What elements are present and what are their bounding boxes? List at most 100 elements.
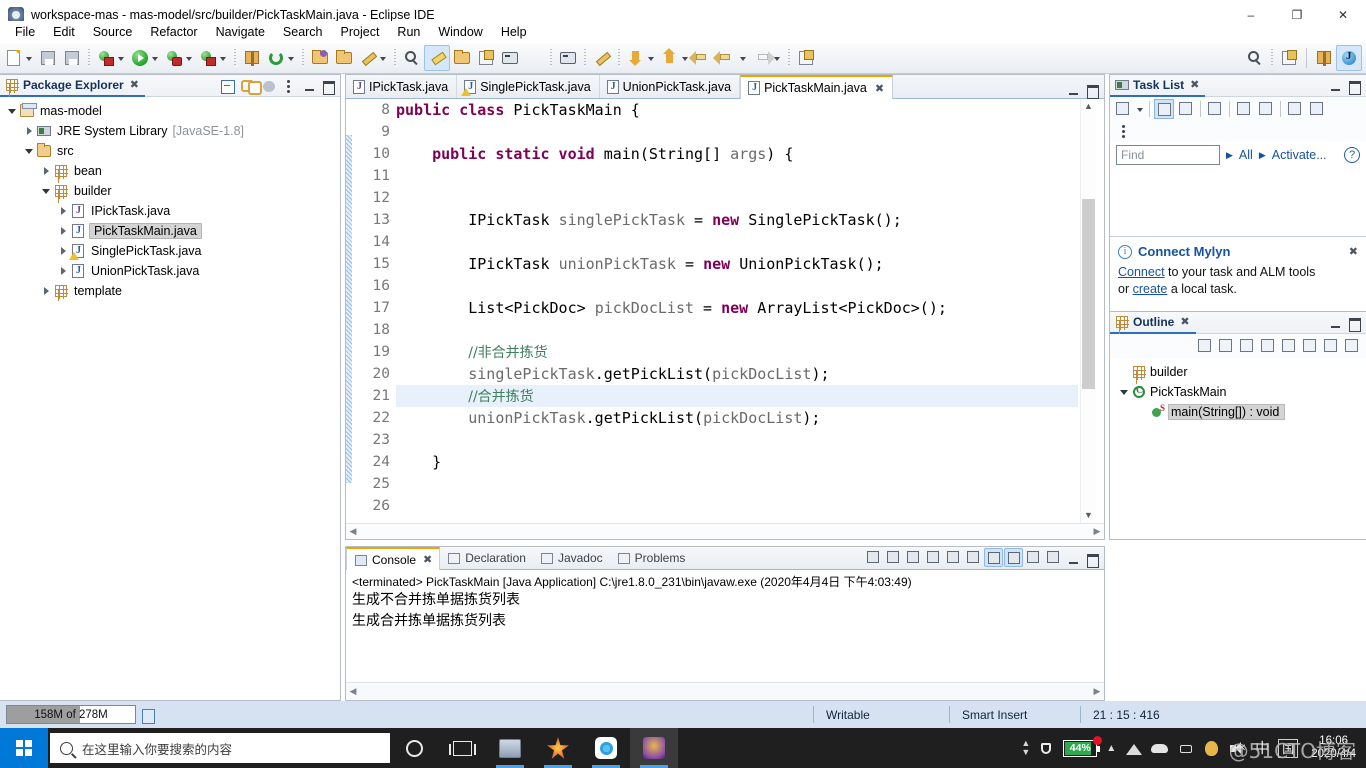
focus-on-active-task-icon[interactable]	[260, 77, 278, 95]
menu-item-help[interactable]: Help	[492, 23, 536, 41]
chevron-down-icon[interactable]	[646, 48, 656, 68]
code-line[interactable]	[396, 187, 1078, 209]
code-line[interactable]: //非合并拣货	[396, 341, 1078, 363]
chevron-down-icon[interactable]	[738, 48, 748, 68]
twisty-open-icon[interactable]	[23, 141, 36, 161]
new-icon[interactable]	[2, 45, 36, 71]
pin-console-icon[interactable]	[984, 548, 1003, 567]
close-icon[interactable]: ✖	[130, 78, 139, 91]
code-line[interactable]	[396, 231, 1078, 253]
twisty-open-icon[interactable]	[40, 181, 53, 201]
battery-indicator[interactable]: 44%	[1063, 735, 1103, 757]
menu-item-file[interactable]: File	[6, 23, 44, 41]
outline-item-main-method[interactable]: Smain(String[]) : void	[1110, 402, 1366, 422]
categorized-presentation-icon[interactable]	[1154, 99, 1174, 119]
maximize-icon[interactable]	[1346, 315, 1362, 332]
twisty-closed-icon[interactable]	[40, 161, 53, 181]
scroll-up-icon[interactable]: ▲	[1082, 99, 1095, 114]
code-line[interactable]	[396, 473, 1078, 495]
open-type-icon[interactable]	[308, 45, 332, 71]
console-output[interactable]: <terminated> PickTaskMain [Java Applicat…	[346, 570, 1104, 682]
wifi-icon[interactable]	[1125, 740, 1143, 757]
restore-icon[interactable]	[1307, 99, 1327, 119]
tree-item-mas-model[interactable]: mas-model	[0, 101, 340, 121]
tab-task-list[interactable]: Task List ✖	[1110, 75, 1206, 97]
code-line[interactable]: singlePickTask.getPickList(pickDocList);	[396, 363, 1078, 385]
code-line[interactable]	[396, 275, 1078, 297]
sort-icon[interactable]	[1238, 337, 1256, 355]
code-line[interactable]	[396, 121, 1078, 143]
chevron-down-icon[interactable]	[150, 48, 160, 68]
source-code-area[interactable]: public class PickTaskMain { public stati…	[396, 99, 1078, 523]
view-menu-icon[interactable]	[1343, 337, 1361, 355]
maximize-icon[interactable]	[1346, 78, 1362, 95]
outline-item-builder[interactable]: builder	[1110, 362, 1366, 382]
chevron-up-icon[interactable]: ▲	[1106, 743, 1116, 754]
code-line[interactable]	[396, 429, 1078, 451]
chevron-down-icon[interactable]	[184, 48, 194, 68]
new-java-class-icon[interactable]	[474, 45, 498, 71]
twisty-closed-icon[interactable]	[40, 281, 53, 301]
new-package-icon[interactable]	[240, 45, 264, 71]
perspective-java-ee-icon[interactable]	[1312, 45, 1336, 71]
chevron-right-icon[interactable]: ▶	[1226, 150, 1233, 161]
trash-icon[interactable]	[139, 706, 156, 724]
show-console-on-output-icon[interactable]	[964, 548, 983, 567]
scroll-thumb[interactable]	[1082, 199, 1095, 389]
minimize-icon[interactable]	[1066, 551, 1082, 567]
menu-item-navigate[interactable]: Navigate	[207, 23, 274, 41]
code-line[interactable]: unionPickTask.getPickList(pickDocList);	[396, 407, 1078, 429]
editor-tab-singlepicktask[interactable]: SinglePickTask.java	[457, 75, 600, 98]
show-hidden-icons-button[interactable]: ▲ ▼	[1021, 739, 1030, 757]
maximize-icon[interactable]	[1084, 82, 1100, 99]
menu-item-refactor[interactable]: Refactor	[141, 23, 206, 41]
minimize-icon[interactable]	[1328, 315, 1344, 331]
minimize-icon[interactable]	[1328, 78, 1344, 94]
terminate-icon[interactable]	[864, 548, 883, 567]
code-line[interactable]: }	[396, 451, 1078, 473]
scheduled-presentation-icon[interactable]	[1176, 99, 1196, 119]
close-icon[interactable]: ✖	[875, 82, 884, 95]
save-all-icon[interactable]	[60, 45, 84, 71]
tree-item-bean[interactable]: bean	[0, 161, 340, 181]
mylyn-connect-link[interactable]: Connect	[1118, 265, 1165, 279]
view-menu-icon[interactable]	[281, 77, 299, 95]
previous-annotation-icon[interactable]	[624, 45, 658, 71]
activate-task-link[interactable]: Activate...	[1272, 148, 1327, 162]
toggle-block-selection-icon[interactable]	[498, 45, 522, 71]
backward-history-icon[interactable]	[713, 45, 750, 71]
console-horizontal-scrollbar[interactable]: ◀ ▶	[346, 682, 1104, 700]
maximize-icon[interactable]	[320, 78, 336, 95]
find-input[interactable]: Find	[1116, 145, 1220, 165]
console-tab-console[interactable]: Console ✖	[346, 547, 441, 570]
search-field-icon[interactable]	[400, 45, 424, 71]
pin-console-icon[interactable]	[590, 45, 614, 71]
tab-package-explorer[interactable]: Package Explorer ✖	[0, 75, 145, 97]
maximize-icon[interactable]	[1084, 551, 1100, 568]
console-tab-javadoc[interactable]: Javadoc	[533, 547, 610, 569]
quick-fix-icon[interactable]	[356, 45, 390, 71]
code-line[interactable]: List<PickDoc> pickDocList = new ArrayLis…	[396, 297, 1078, 319]
code-line[interactable]	[396, 495, 1078, 517]
console-tab-problems[interactable]: Problems	[610, 547, 693, 569]
chevron-down-icon[interactable]	[116, 48, 126, 68]
collapse-all-icon[interactable]	[1234, 99, 1254, 119]
debug-icon[interactable]	[94, 45, 128, 71]
clear-console-icon[interactable]	[924, 548, 943, 567]
twisty-open-icon[interactable]	[6, 101, 19, 121]
menu-item-edit[interactable]: Edit	[44, 23, 84, 41]
power-plug-icon[interactable]	[1039, 740, 1054, 757]
collapse-all-icon[interactable]	[1217, 337, 1235, 355]
refresh-icon[interactable]	[264, 45, 298, 71]
remove-all-terminated-icon[interactable]	[904, 548, 923, 567]
editor-tab-picktaskmain[interactable]: PickTaskMain.java ✖	[740, 75, 894, 99]
menu-item-project[interactable]: Project	[332, 23, 389, 41]
hide-fields-icon[interactable]	[1259, 337, 1277, 355]
tree-item-jre-system-library[interactable]: JRE System Library [JavaSE-1.8]	[0, 121, 340, 141]
close-icon[interactable]: ✖	[1349, 245, 1358, 258]
network-icon[interactable]	[1177, 740, 1194, 757]
mylyn-create-link[interactable]: create	[1133, 282, 1168, 296]
twisty-open-icon[interactable]	[1118, 382, 1131, 402]
scroll-left-icon[interactable]: ◀	[346, 526, 360, 537]
minimize-icon[interactable]	[302, 78, 318, 94]
